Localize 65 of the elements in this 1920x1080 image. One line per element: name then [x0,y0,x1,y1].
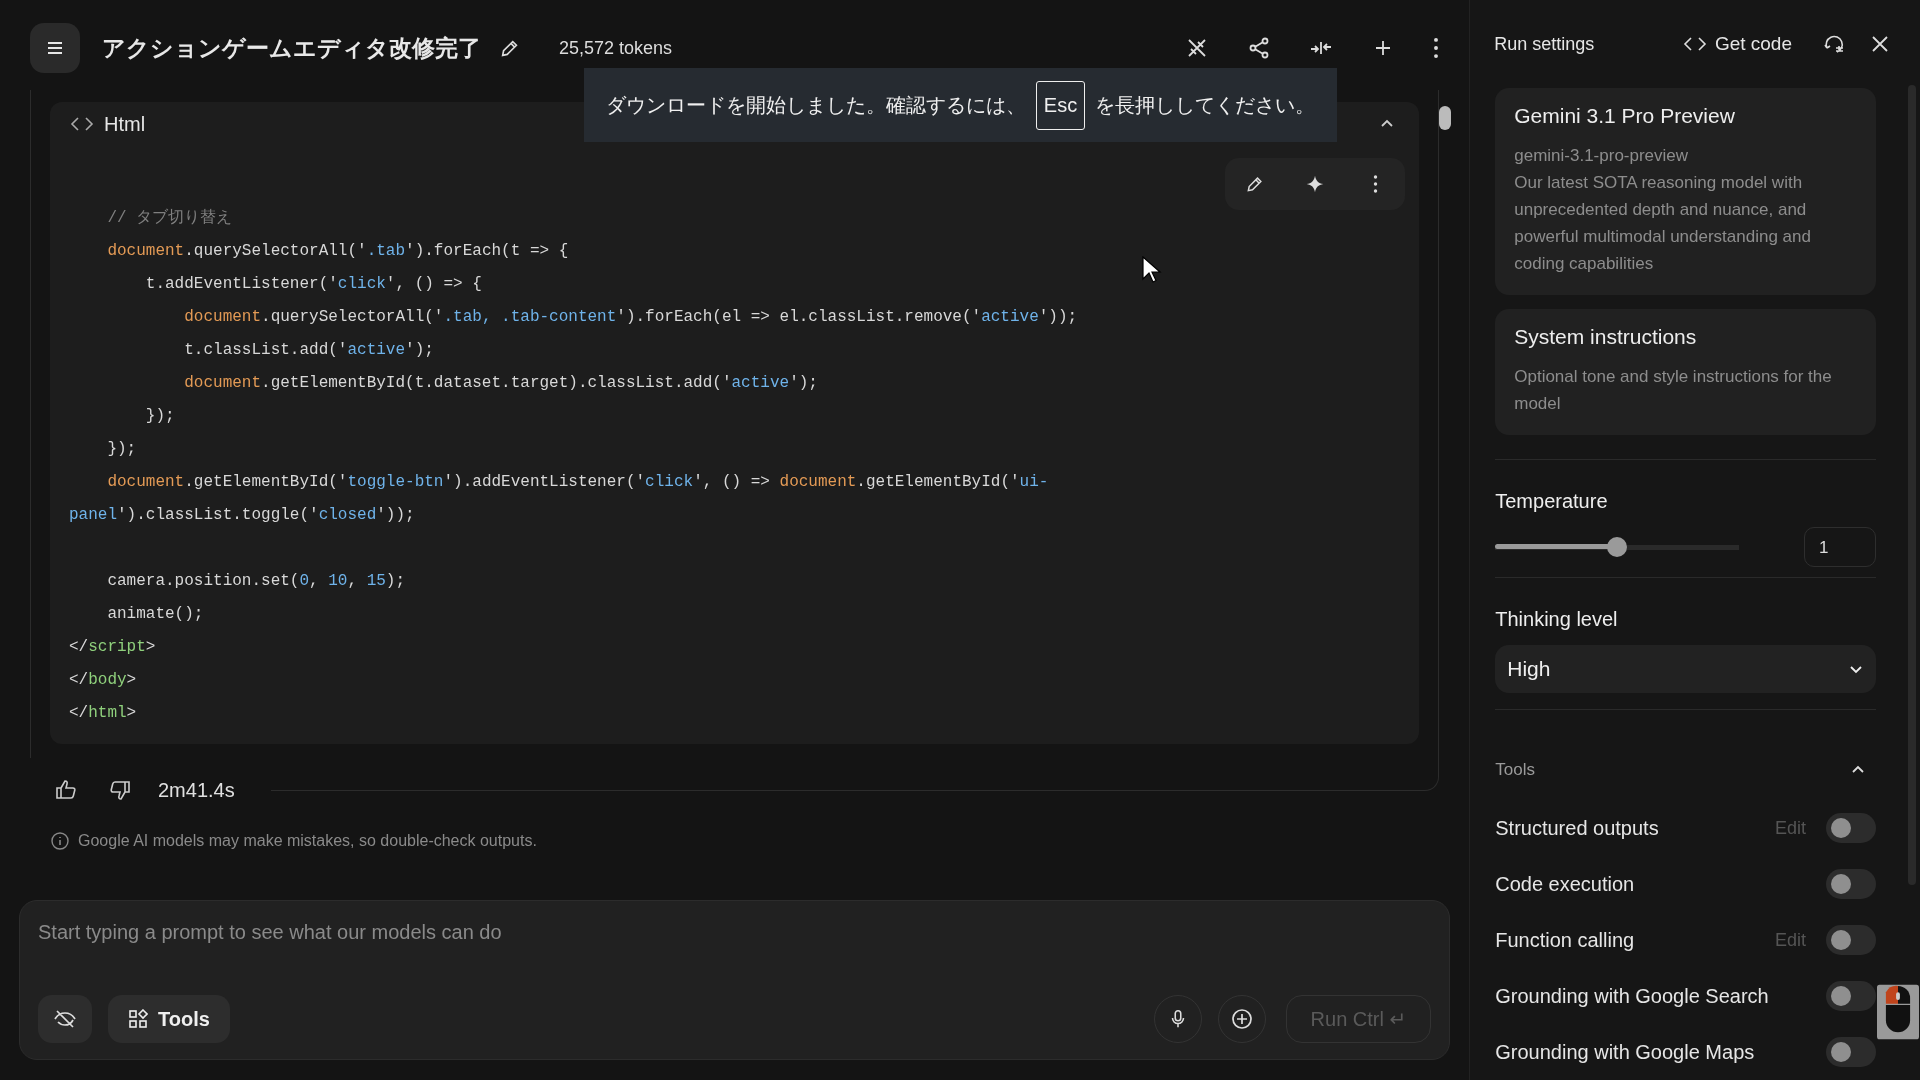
setting-label: Thinking level [1495,608,1619,631]
tool-label: Function calling [1495,928,1635,952]
toggle-switch[interactable] [1826,981,1876,1011]
temperature-field[interactable]: 1 [1804,527,1876,567]
chat-title: アクションゲームエディタ改修完了 [102,33,481,63]
code-line: t.addEventListener('click', () => { [144,274,482,295]
thumbs-down-icon[interactable] [108,778,132,802]
slider-thumb[interactable] [1607,537,1628,557]
toast-message: を長押ししてください。 [1095,92,1316,118]
toggle-switch[interactable] [1826,813,1876,843]
info-icon [50,831,70,851]
model-name: Gemini 3.1 Pro Preview [1514,104,1736,128]
panel-title: Run settings [1494,33,1595,55]
toggle-switch[interactable] [1826,1037,1876,1067]
response-time: 2m41.4s [158,778,236,802]
code-line: </html> [69,703,137,724]
thumbs-up-icon[interactable] [54,778,78,802]
code-icon [70,116,94,132]
section-label: Tools [1495,760,1535,780]
code-line: }); [106,439,137,460]
hide-button[interactable] [38,995,92,1043]
code-line: // タブ切り替え [106,207,233,229]
code-language: Html [104,112,146,136]
tool-label: Code execution [1495,872,1635,896]
tool-label: Structured outputs [1495,816,1659,840]
system-instructions-card[interactable]: System instructions Optional tone and style instructions for the model [1495,309,1876,435]
add-button[interactable] [1217,995,1266,1043]
card-title: System instructions [1514,325,1698,349]
token-count: 25,572 tokens [559,37,673,59]
code-line: t.classList.add('active'); [183,340,434,361]
toggle-switch[interactable] [1826,869,1876,899]
card-placeholder: Optional tone and style instructions for the model [1514,366,1833,415]
thinking-level-dropdown[interactable]: High [1495,645,1876,693]
code-line: animate(); [106,604,204,625]
disclaimer-text: Google AI models may make mistakes, so double-check outputs. [78,832,537,850]
code-line: </body> [69,670,137,691]
cursor-icon [1142,256,1162,284]
code-line: document.getElementById(t.dataset.target).classList.add('active'); [183,373,818,394]
code-line: </script> [69,637,156,658]
tools-button[interactable]: Tools [108,995,230,1043]
model-id: gemini-3.1-pro-preview [1514,145,1690,167]
code-line: document.getElementById('toggle-btn').addEventListener('click', () => document.getElementById('ui- [106,472,1049,493]
toast-message: ダウンロードを開始しました。確認するには、 [605,92,1026,118]
more-icon[interactable] [1433,37,1440,59]
close-icon[interactable] [1870,34,1890,54]
key-label: Esc [1035,80,1086,130]
code-line: panel').classList.toggle('closed')); [69,505,415,526]
grid-icon [128,1009,148,1029]
setting-label: Temperature [1495,490,1609,513]
tool-label: Grounding with Google Search [1495,984,1769,1008]
more-icon [1372,174,1378,194]
plus-circle-icon [1229,1007,1254,1031]
model-card[interactable]: Gemini 3.1 Pro Preview gemini-3.1-pro-preview Our latest SOTA reasoning model with unprecedented depth and nuance, and powerful multimodal understanding and coding capabilities [1495,88,1876,295]
get-code-button[interactable]: Get code [1676,32,1798,56]
code-line: }); [144,406,175,427]
toggle-switch[interactable] [1826,925,1876,955]
code-line: document.querySelectorAll('.tab').forEach(t => { [106,241,569,262]
model-description: Our latest SOTA reasoning model with unprecedented depth and nuance, and powerful multimodal understanding and coding capabilities [1514,172,1812,275]
code-icon [1682,36,1707,52]
code-line: document.querySelectorAll('.tab, .tab-content').forEach(el => el.classList.remove('active')); [183,307,1078,328]
menu-button[interactable] [30,23,80,73]
tool-label: Grounding with Google Maps [1495,1040,1755,1064]
prompt-field[interactable]: Start typing a prompt to see what our models can do Tools Run Ctrl ↵ [19,900,1451,1060]
microphone-button[interactable] [1153,995,1202,1043]
code-line: camera.position.set(0, 10, 15); [106,571,406,592]
